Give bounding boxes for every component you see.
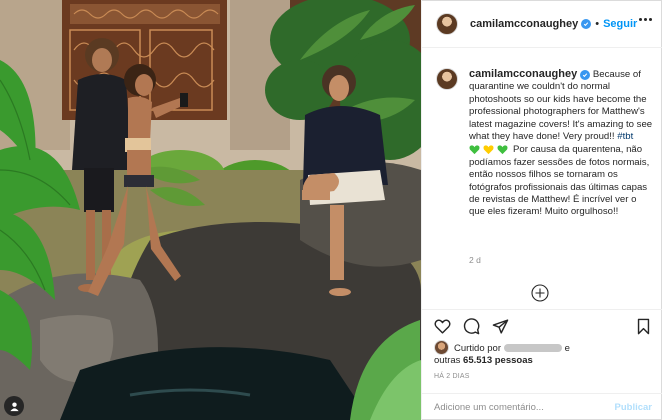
verified-badge-icon bbox=[581, 18, 592, 29]
green-heart-emoji bbox=[497, 145, 508, 155]
comment-icon[interactable] bbox=[463, 318, 480, 335]
green-heart-emoji bbox=[469, 145, 480, 155]
hashtag-link[interactable]: #tbt bbox=[617, 131, 633, 142]
bookmark-icon[interactable] bbox=[635, 318, 652, 335]
post-side-panel: camilamcconaughey • Seguir camilamcconau… bbox=[421, 0, 662, 420]
comment-bar: Publicar bbox=[422, 393, 662, 420]
load-more-comments-icon[interactable] bbox=[531, 284, 549, 302]
post-photo[interactable] bbox=[0, 0, 421, 420]
post-header: camilamcconaughey • Seguir bbox=[422, 0, 662, 48]
comment-input[interactable] bbox=[434, 401, 604, 413]
liker-avatar[interactable] bbox=[434, 340, 449, 355]
heart-icon[interactable] bbox=[434, 318, 451, 335]
publish-comment-button[interactable]: Publicar bbox=[615, 402, 653, 413]
more-options-icon[interactable] bbox=[639, 18, 652, 21]
caption-author-username[interactable]: camilamcconaughey bbox=[469, 68, 577, 80]
caption-area: camilamcconaughey Because of quarantine … bbox=[422, 48, 662, 310]
caption-time-ago: 2 d bbox=[469, 255, 481, 265]
share-icon[interactable] bbox=[492, 318, 509, 335]
liked-by-and: e bbox=[564, 343, 570, 354]
caption-author-avatar[interactable] bbox=[436, 68, 458, 90]
post-date: HÁ 2 DIAS bbox=[434, 373, 470, 380]
separator-dot: • bbox=[595, 17, 600, 30]
user-tag-icon[interactable] bbox=[4, 396, 24, 416]
post-caption: camilamcconaughey Because of quarantine … bbox=[469, 68, 655, 219]
follow-button[interactable]: Seguir bbox=[603, 18, 637, 30]
action-bar bbox=[422, 312, 662, 340]
likes-count[interactable]: 65.513 pessoas bbox=[463, 355, 533, 366]
liked-by-prefix: Curtido por bbox=[454, 343, 501, 354]
author-username[interactable]: camilamcconaughey bbox=[470, 18, 578, 30]
likes-count-line[interactable]: outras 65.513 pessoas bbox=[434, 355, 533, 366]
caption-verified-badge-icon bbox=[580, 70, 591, 80]
yellow-heart-emoji bbox=[483, 145, 494, 155]
photo-scene bbox=[0, 0, 421, 420]
redacted-username[interactable] bbox=[504, 344, 562, 353]
likes-others-label: outras bbox=[434, 355, 461, 366]
liked-by-row bbox=[434, 340, 449, 355]
author-avatar[interactable] bbox=[436, 12, 458, 35]
liked-by-text: Curtido por e bbox=[454, 343, 570, 354]
